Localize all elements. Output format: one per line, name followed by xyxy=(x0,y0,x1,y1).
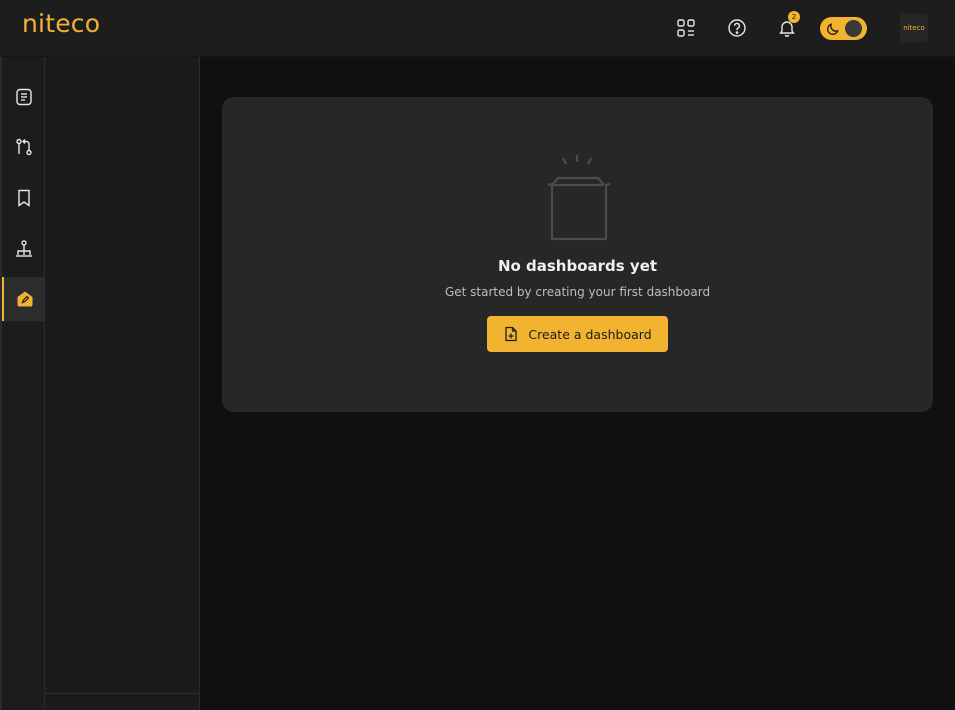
create-dashboard-label: Create a dashboard xyxy=(528,326,652,342)
notification-count-badge: 2 xyxy=(788,11,800,23)
notifications-button[interactable]: 2 xyxy=(775,11,800,40)
create-dashboard-button[interactable]: Create a dashboard xyxy=(487,316,668,352)
nav-bookmarks[interactable] xyxy=(2,176,45,220)
theme-toggle[interactable] xyxy=(820,17,867,40)
toggle-knob xyxy=(845,20,862,37)
panel-divider xyxy=(45,693,199,694)
secondary-panel xyxy=(45,57,200,710)
app-root: niteco 2 niteco No dashboards yet Get st… xyxy=(0,0,955,710)
left-nav-rail xyxy=(0,57,45,710)
nav-pull-requests[interactable] xyxy=(2,125,45,169)
empty-state-card: No dashboards yet Get started by creatin… xyxy=(222,97,933,412)
nav-documents[interactable] xyxy=(2,75,45,119)
nav-dashboards[interactable] xyxy=(2,277,45,321)
hierarchy-icon xyxy=(15,240,32,257)
dashboard-edit-icon xyxy=(17,291,32,307)
empty-state-subtitle: Get started by creating your first dashb… xyxy=(444,285,711,299)
apps-grid-icon[interactable] xyxy=(674,16,698,40)
nav-hierarchy[interactable] xyxy=(2,227,45,271)
brand-logo[interactable]: niteco xyxy=(22,9,100,38)
pull-request-icon xyxy=(15,138,32,156)
top-bar: niteco 2 niteco xyxy=(0,0,955,57)
help-circle-icon[interactable] xyxy=(725,16,749,40)
open-box-icon xyxy=(547,155,610,241)
document-list-icon xyxy=(15,88,32,106)
empty-state-title: No dashboards yet xyxy=(497,257,658,275)
user-avatar[interactable]: niteco xyxy=(900,14,928,42)
bookmark-icon xyxy=(17,189,30,207)
moon-icon xyxy=(827,23,839,35)
add-file-icon xyxy=(505,326,518,342)
